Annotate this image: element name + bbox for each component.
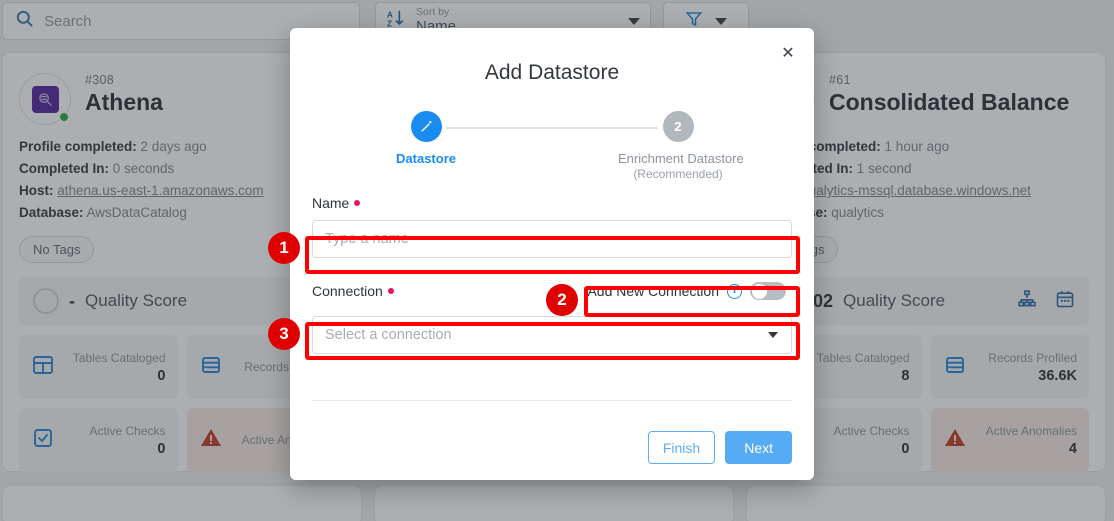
wizard-step-datastore[interactable]: Datastore <box>366 111 486 166</box>
info-icon[interactable]: i <box>727 284 742 299</box>
next-button[interactable]: Next <box>725 431 792 464</box>
required-dot-icon <box>354 200 360 206</box>
modal-divider <box>312 400 792 401</box>
chevron-down-icon <box>768 332 778 338</box>
step-label: Datastore <box>366 151 486 166</box>
name-input[interactable] <box>312 220 792 258</box>
modal-title: Add Datastore <box>290 28 814 85</box>
modal-actions: Finish Next <box>648 431 792 464</box>
step-sublabel: (Recommended) <box>618 167 738 181</box>
pencil-icon <box>411 111 442 142</box>
connection-select[interactable]: Select a connection <box>312 316 792 354</box>
add-new-connection-toggle[interactable]: Add New Connection i <box>581 279 792 303</box>
finish-button[interactable]: Finish <box>648 431 715 464</box>
wizard-step-enrichment-datastore[interactable]: 2 Enrichment Datastore (Recommended) <box>618 111 738 181</box>
add-datastore-form: Name Connection Add New Connection i <box>290 173 814 354</box>
annotation-badge-3: 3 <box>268 318 300 350</box>
connection-select-placeholder: Select a connection <box>325 327 452 343</box>
connection-field-label: Connection <box>312 283 394 299</box>
name-label-text: Name <box>312 195 349 211</box>
step-label: Enrichment Datastore <box>618 151 738 166</box>
name-field-label: Name <box>312 195 792 211</box>
connection-label-text: Connection <box>312 283 383 299</box>
toggle-switch[interactable] <box>750 282 786 300</box>
close-icon[interactable]: ✕ <box>776 42 800 66</box>
screen: Search A Z Sort by Name <box>0 0 1114 521</box>
annotation-badge-2: 2 <box>546 284 578 316</box>
step-number: 2 <box>663 111 694 142</box>
add-datastore-modal: ✕ Add Datastore Datastore 2 Enrichment D… <box>290 28 814 480</box>
annotation-badge-1: 1 <box>268 232 300 264</box>
required-dot-icon <box>388 288 394 294</box>
wizard-stepper: Datastore 2 Enrichment Datastore (Recomm… <box>402 111 702 173</box>
add-new-connection-label: Add New Connection <box>587 283 719 299</box>
